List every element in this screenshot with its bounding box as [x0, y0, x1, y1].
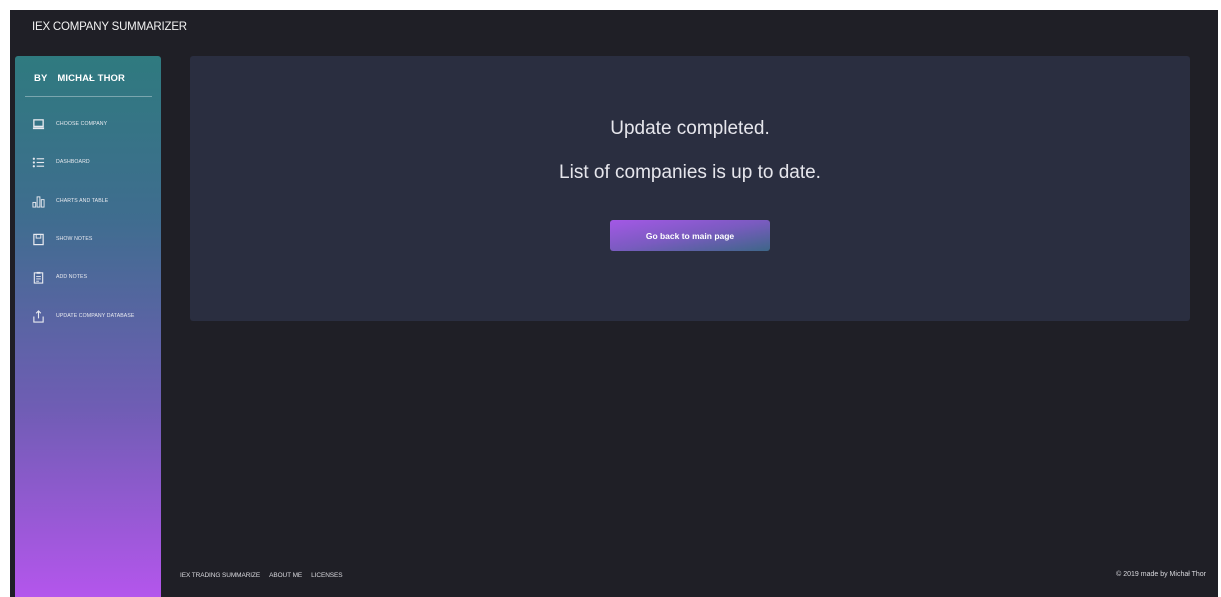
- author-name-text: MICHAŁ THOR: [57, 73, 125, 84]
- notebook-icon: [31, 232, 45, 246]
- upload-icon: [31, 309, 45, 323]
- footer-link-about-me[interactable]: ABOUT ME: [269, 572, 302, 579]
- sidebar-item-label: ADD NOTES: [56, 274, 88, 280]
- sidebar-item-label: UPDATE COMPANY DATABASE: [56, 313, 135, 319]
- sidebar-item-update-company-database[interactable]: UPDATE COMPANY DATABASE: [31, 306, 157, 326]
- clipboard-icon: [31, 270, 45, 284]
- sidebar-item-charts-and-table[interactable]: CHARTS AND TABLE: [31, 191, 157, 211]
- sidebar: BY MICHAŁ THOR CHOOSE COMPANY DASHBOARD C…: [15, 56, 161, 597]
- app-window: IEX COMPANY SUMMARIZER BY MICHAŁ THOR CHO…: [10, 10, 1218, 597]
- laptop-icon: [31, 117, 45, 131]
- sidebar-divider: [25, 96, 152, 97]
- footer-link-licenses[interactable]: LICENSES: [311, 572, 342, 579]
- sidebar-item-label: CHOOSE COMPANY: [56, 121, 108, 127]
- update-status-card: Update completed. List of companies is u…: [190, 56, 1190, 321]
- sidebar-item-label: CHARTS AND TABLE: [56, 198, 109, 204]
- author-name: BY MICHAŁ THOR: [34, 73, 125, 84]
- list-icon: [31, 155, 45, 169]
- top-bar: IEX COMPANY SUMMARIZER: [10, 10, 1218, 48]
- bar-chart-icon: [31, 194, 45, 208]
- sidebar-item-label: DASHBOARD: [56, 159, 90, 165]
- footer-links: IEX TRADING SUMMARIZE ABOUT ME LICENSES: [180, 572, 343, 579]
- sidebar-item-label: SHOW NOTES: [56, 236, 93, 242]
- copyright-text: © 2019 made by Michał Thor: [1116, 571, 1206, 578]
- status-message-title: Update completed.: [610, 118, 770, 139]
- app-title: IEX COMPANY SUMMARIZER: [32, 21, 187, 33]
- sidebar-item-add-notes[interactable]: ADD NOTES: [31, 267, 157, 287]
- sidebar-item-choose-company[interactable]: CHOOSE COMPANY: [31, 114, 157, 134]
- go-back-button[interactable]: Go back to main page: [610, 220, 770, 251]
- footer-link-iex-trading-summarize[interactable]: IEX TRADING SUMMARIZE: [180, 572, 260, 579]
- sidebar-item-dashboard[interactable]: DASHBOARD: [31, 152, 157, 172]
- sidebar-item-show-notes[interactable]: SHOW NOTES: [31, 229, 157, 249]
- status-message-detail: List of companies is up to date.: [559, 162, 821, 183]
- author-prefix: BY: [34, 73, 48, 84]
